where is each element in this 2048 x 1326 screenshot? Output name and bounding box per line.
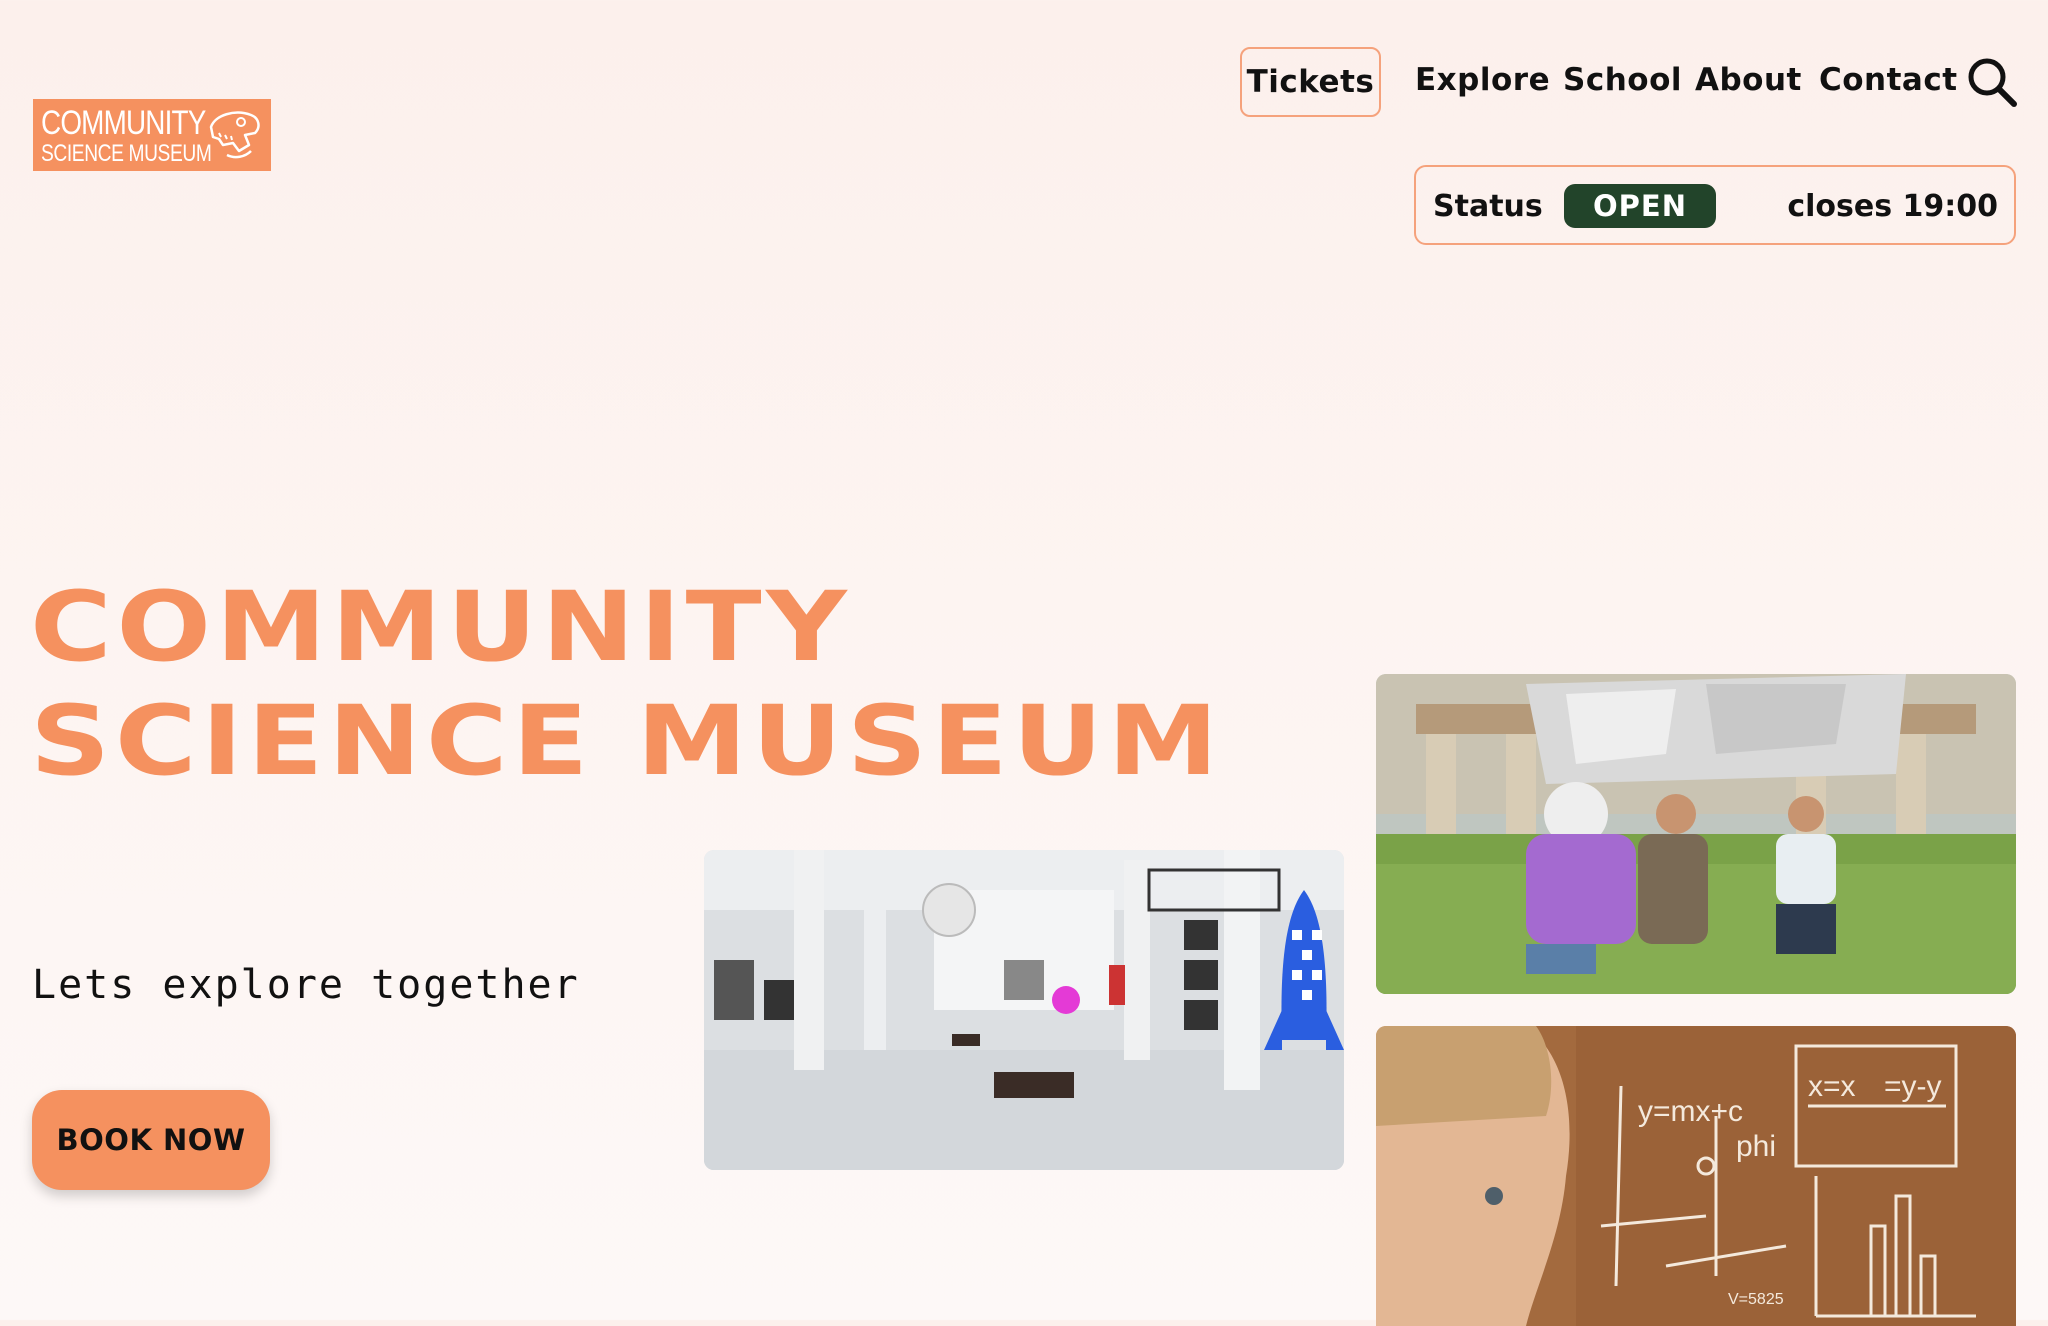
status-label: Status: [1433, 189, 1543, 224]
svg-text:=y-y: =y-y: [1884, 1070, 1942, 1103]
hero-title-line-2: SCIENCE MUSEUM: [30, 685, 1223, 797]
kids-rocket-play-image: [1376, 674, 2016, 994]
chalk-readout-text: V=5825: [1728, 1291, 1784, 1308]
status-badge: OPEN: [1564, 184, 1716, 228]
closing-time: closes 19:00: [1787, 189, 1998, 224]
book-now-button[interactable]: BOOK NOW: [32, 1090, 270, 1190]
nav-contact[interactable]: Contact: [1819, 62, 1958, 98]
site-logo[interactable]: COMMUNITY SCIENCE MUSEUM: [33, 99, 271, 171]
svg-text:x=x: x=x: [1808, 1070, 1856, 1103]
girl-chalkboard-image: y=mx+c phi V=5825 x=x =y-y: [1376, 1026, 2016, 1326]
search-icon[interactable]: [1966, 56, 2018, 108]
opening-status-panel: Status OPEN closes 19:00: [1414, 165, 2016, 245]
dinosaur-skull-icon: [209, 111, 260, 159]
museum-hall-image: [704, 850, 1344, 1170]
chalk-phi-text: phi: [1736, 1130, 1776, 1163]
logo-line-1: COMMUNITY: [41, 104, 206, 142]
nav-about[interactable]: About: [1695, 62, 1802, 98]
hero-title: COMMUNITY SCIENCE MUSEUM: [30, 570, 1223, 798]
hero-title-line-1: COMMUNITY: [30, 571, 852, 683]
nav-school[interactable]: School: [1563, 62, 1682, 98]
hero-tagline: Lets explore together: [32, 962, 580, 1008]
nav-tickets-button[interactable]: Tickets: [1240, 47, 1381, 117]
nav-explore[interactable]: Explore: [1415, 62, 1550, 98]
logo-line-2: SCIENCE MUSEUM: [41, 140, 212, 167]
chalk-equation-text: y=mx+c: [1638, 1095, 1743, 1128]
